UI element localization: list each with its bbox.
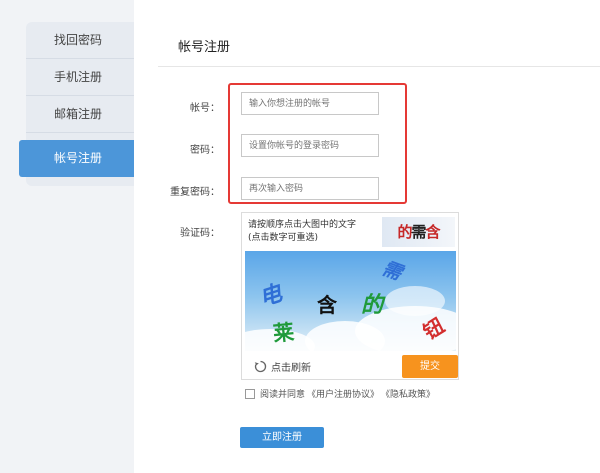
user-agreement-link[interactable]: 《用户注册协议》 <box>307 387 379 400</box>
captcha-target-char: 含 <box>425 223 441 241</box>
sidebar-item-label: 找回密码 <box>54 33 103 47</box>
refresh-icon <box>254 360 267 373</box>
captcha-target-char: 需 <box>411 223 426 241</box>
privacy-policy-link[interactable]: 《隐私政策》 <box>381 387 435 400</box>
agreement-prefix: 阅读并同意 <box>260 390 306 400</box>
captcha-instruction-line1: 请按顺序点击大图中的文字 <box>248 220 357 230</box>
sidebar-item-label: 邮箱注册 <box>54 107 103 121</box>
captcha-target-char: 的 <box>397 223 412 241</box>
sidebar-nav: 找回密码 手机注册 邮箱注册 帐号注册 <box>19 22 134 186</box>
captcha-label: 验证码： <box>180 228 220 239</box>
agree-checkbox[interactable] <box>245 388 255 399</box>
title-divider <box>158 66 600 67</box>
main-panel: 帐号注册 帐号： 密码： 重复密码： 验证码： 请按顺序点击大图中的文字 (点击… <box>134 0 600 473</box>
sidebar-item-phone-register[interactable]: 手机注册 <box>26 59 134 96</box>
captcha-submit-button[interactable]: 提交 <box>402 355 458 378</box>
captcha-panel: 请按顺序点击大图中的文字 (点击数字可重选) 的需含 电 含 的 需 莱 钮 点… <box>241 212 459 380</box>
captcha-instruction-line2: (点击数字可重选) <box>248 233 319 243</box>
cloud-shape <box>385 286 445 316</box>
captcha-refresh[interactable]: 点击刷新 <box>254 359 311 374</box>
captcha-char[interactable]: 需 <box>379 254 406 286</box>
captcha-image[interactable]: 电 含 的 需 莱 钮 <box>245 251 456 351</box>
confirm-password-label: 重复密码： <box>170 187 220 198</box>
account-label: 帐号： <box>190 103 220 114</box>
refresh-label: 点击刷新 <box>271 363 311 374</box>
page-title: 帐号注册 <box>178 40 231 55</box>
register-button[interactable]: 立即注册 <box>240 427 324 448</box>
sidebar-item-recover-password[interactable]: 找回密码 <box>26 22 134 59</box>
captcha-char[interactable]: 含 <box>317 289 337 318</box>
captcha-char[interactable]: 莱 <box>271 316 295 348</box>
agreement-row: 阅读并同意 《用户注册协议》 《隐私政策》 <box>245 387 435 400</box>
sidebar-item-label: 手机注册 <box>54 70 103 84</box>
sidebar-item-account-register[interactable]: 帐号注册 <box>19 140 134 177</box>
captcha-char[interactable]: 的 <box>361 287 383 319</box>
sidebar-item-label: 帐号注册 <box>54 151 103 165</box>
sidebar-item-email-register[interactable]: 邮箱注册 <box>26 96 134 133</box>
highlight-box <box>228 83 407 204</box>
captcha-instruction: 请按顺序点击大图中的文字 (点击数字可重选) <box>248 219 356 245</box>
password-label: 密码： <box>190 145 220 156</box>
captcha-target-chars: 的需含 <box>382 217 455 247</box>
captcha-char[interactable]: 电 <box>255 275 286 312</box>
